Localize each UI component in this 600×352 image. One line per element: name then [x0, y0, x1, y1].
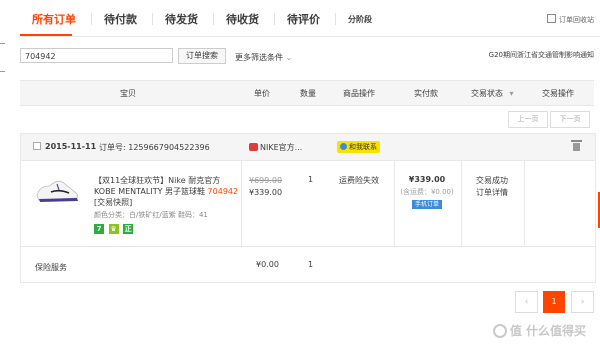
next-page-button[interactable]: 下一页	[550, 111, 590, 128]
delete-order-icon[interactable]	[571, 140, 582, 151]
tab-divider	[274, 13, 275, 25]
col-item: 宝贝	[120, 89, 136, 98]
chat-icon	[340, 143, 347, 150]
shipping-fee: (含运费：¥0.00)	[400, 188, 454, 196]
tab-divider	[213, 13, 214, 25]
watermark-text: 值 什么值得买	[509, 324, 586, 338]
more-filters-label: 更多筛选条件	[235, 53, 283, 62]
trade-status-text: 交易成功	[476, 176, 508, 185]
row-divider	[21, 246, 595, 247]
product-title-price: 704942	[207, 187, 239, 196]
pager-next-button[interactable]: ›	[571, 291, 594, 313]
insurance-price: ¥0.00	[256, 260, 279, 269]
chevron-down-icon: ⌄	[285, 53, 293, 62]
insurance-service-label: 保险服务	[35, 263, 67, 272]
service-badges: 7 ♛ 正	[94, 224, 135, 234]
original-price: ¥699.00	[249, 176, 283, 185]
search-input[interactable]: 704942	[20, 48, 173, 63]
order-header: 2015-11-11 订单号: 1259667904522396 NIKE官方.…	[21, 134, 595, 161]
order-date: 2015-11-11	[45, 142, 97, 151]
seven-day-return-icon[interactable]: 7	[94, 224, 104, 234]
trade-status-label: 交易状态	[471, 89, 503, 98]
tab-pending-shipment[interactable]: 待发货	[165, 11, 198, 27]
trash-icon	[547, 14, 556, 23]
col-unit-price: 单价	[254, 89, 270, 98]
paid-amount-cell: ¥339.00 (含运费：¥0.00) 手机订单	[396, 174, 458, 210]
phone-order-badge: 手机订单	[411, 200, 442, 209]
order-checkbox[interactable]	[33, 142, 41, 150]
g20-notice-link[interactable]: G20期间浙江省交通管制影响通知	[489, 50, 594, 60]
order-search-button[interactable]: 订单搜索	[178, 48, 226, 64]
col-item-ops: 商品操作	[343, 89, 375, 98]
shop-link[interactable]: NIKE官方...	[249, 142, 302, 153]
freight-insurance-status: 运费险失效	[339, 176, 379, 185]
contact-seller-button[interactable]: 和我联系	[337, 141, 380, 153]
edge-mark	[0, 71, 5, 72]
tab-pending-review[interactable]: 待评价	[287, 11, 320, 27]
product-title: 【双11全球狂欢节】Nike 耐克官方 KOBE MENTALITY 男子篮球鞋	[94, 176, 221, 196]
more-filters-toggle[interactable]: 更多筛选条件 ⌄	[235, 52, 292, 63]
tab-installment[interactable]: 分阶段	[348, 14, 372, 25]
current-price: ¥339.00	[249, 188, 283, 197]
caret-down-icon: ▾	[509, 89, 514, 98]
col-quantity: 数量	[300, 89, 316, 98]
order-detail-link[interactable]: 订单详情	[476, 187, 508, 199]
order-number: 订单号: 1259667904522396	[99, 143, 210, 152]
order-card: 2015-11-11 订单号: 1259667904522396 NIKE官方.…	[20, 133, 596, 283]
prev-page-button[interactable]: 上一页	[508, 111, 548, 128]
trade-snapshot-link[interactable]: [交易快照]	[94, 198, 132, 207]
product-image[interactable]	[35, 172, 80, 208]
column-divider	[394, 160, 395, 246]
pager-current-page[interactable]: 1	[543, 291, 565, 313]
tab-divider	[335, 13, 336, 25]
watermark: 值 什么值得买	[492, 322, 586, 339]
col-trade-ops: 交易操作	[542, 89, 574, 98]
contact-label: 和我联系	[349, 143, 377, 151]
brand-crown-icon[interactable]: ♛	[108, 224, 119, 234]
trash-lid	[571, 140, 582, 142]
quantity: 1	[308, 175, 314, 184]
table-header: 宝贝 单价 数量 商品操作 实付款 交易状态 ▾ 交易操作	[20, 80, 594, 106]
tab-divider	[91, 13, 92, 25]
tab-all-orders[interactable]: 所有订单	[32, 11, 76, 27]
trade-status: 交易成功 订单详情	[476, 175, 508, 199]
edge-mark	[0, 43, 5, 44]
trash-body	[573, 143, 580, 151]
product-attributes: 颜色分类：白/铁矿红/蓝紫 鞋码：41	[94, 211, 208, 219]
product-title-link[interactable]: 【双11全球狂欢节】Nike 耐克官方 KOBE MENTALITY 男子篮球鞋…	[94, 175, 244, 208]
tab-pending-payment[interactable]: 待付款	[104, 11, 137, 27]
insurance-quantity: 1	[308, 260, 314, 269]
shop-icon	[249, 143, 258, 151]
unit-price: ¥699.00 ¥339.00	[249, 175, 282, 199]
shop-name: NIKE官方...	[260, 143, 303, 152]
recycle-bin-label: 订单回收站	[559, 16, 594, 24]
col-paid: 实付款	[414, 89, 438, 98]
recycle-bin-link[interactable]: 订单回收站	[547, 14, 594, 25]
order-tabs: 所有订单 待付款 待发货 待收货 待评价 分阶段 订单回收站	[20, 0, 600, 37]
pager-prev-button[interactable]: ‹	[515, 291, 538, 313]
col-trade-status[interactable]: 交易状态 ▾	[471, 88, 514, 99]
genuine-guarantee-icon[interactable]: 正	[123, 224, 134, 234]
tab-divider	[152, 13, 153, 25]
column-divider	[524, 160, 525, 246]
watermark-logo-icon	[492, 324, 507, 338]
active-tab-indicator	[20, 34, 72, 36]
paid-amount: ¥339.00	[408, 175, 446, 184]
tab-pending-receipt[interactable]: 待收货	[226, 11, 259, 27]
column-divider	[461, 160, 462, 246]
